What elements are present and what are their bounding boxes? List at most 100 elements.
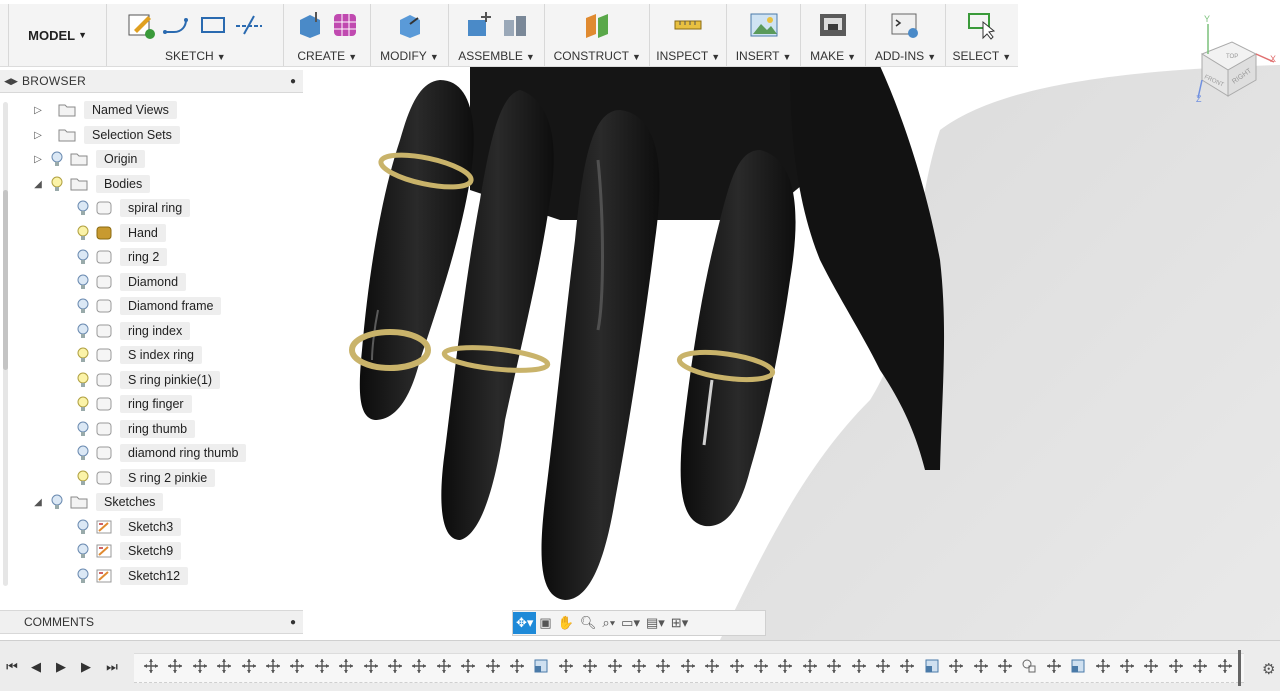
toolbar-grip[interactable] bbox=[0, 4, 9, 66]
timeline-move-icon[interactable] bbox=[851, 658, 867, 674]
tree-item-origin[interactable]: ▷ Origin bbox=[32, 149, 146, 169]
new-component-icon[interactable] bbox=[464, 10, 494, 40]
tree-item-selection-sets[interactable]: ▷ Selection Sets bbox=[32, 125, 180, 145]
visibility-bulb-icon[interactable] bbox=[76, 347, 90, 363]
timeline-move-icon[interactable] bbox=[1192, 658, 1208, 674]
timeline-move-icon[interactable] bbox=[704, 658, 720, 674]
timeline-move-icon[interactable] bbox=[1046, 658, 1062, 674]
timeline-move-icon[interactable] bbox=[777, 658, 793, 674]
visibility-bulb-icon[interactable] bbox=[76, 519, 90, 535]
create-menu[interactable]: CREATE ▼ bbox=[284, 4, 372, 66]
collapse-arrows-icon[interactable]: ◀▶ bbox=[0, 76, 22, 87]
timeline-move-icon[interactable] bbox=[485, 658, 501, 674]
timeline-move-icon[interactable] bbox=[167, 658, 183, 674]
visibility-bulb-icon[interactable] bbox=[76, 543, 90, 559]
tree-item-body[interactable]: Diamond bbox=[70, 272, 187, 292]
play-icon[interactable]: ▶ bbox=[53, 659, 69, 675]
tree-item-sketch[interactable]: Sketch12 bbox=[70, 566, 189, 586]
timeline-move-icon[interactable] bbox=[192, 658, 208, 674]
timeline-move-icon[interactable] bbox=[411, 658, 427, 674]
browser-pin-icon[interactable]: ● bbox=[283, 76, 303, 87]
timeline-move-icon[interactable] bbox=[631, 658, 647, 674]
construct-menu[interactable]: CONSTRUCT ▼ bbox=[545, 4, 651, 66]
timeline-move-icon[interactable] bbox=[1217, 658, 1233, 674]
timeline-move-icon[interactable] bbox=[1095, 658, 1111, 674]
timeline-move-icon[interactable] bbox=[1119, 658, 1135, 674]
tree-item-named-views[interactable]: ▷ Named Views bbox=[32, 100, 177, 120]
timeline-move-icon[interactable] bbox=[997, 658, 1013, 674]
sketch-menu[interactable]: SKETCH ▼ bbox=[107, 4, 285, 66]
pan-hand-icon[interactable]: ✋ bbox=[555, 612, 577, 634]
scripts-icon[interactable] bbox=[890, 10, 920, 40]
browser-header[interactable]: ◀▶ BROWSER ● bbox=[0, 70, 303, 93]
tree-item-body[interactable]: S ring 2 pinkie bbox=[70, 468, 216, 488]
press-pull-icon[interactable] bbox=[394, 10, 424, 40]
visibility-bulb-icon[interactable] bbox=[50, 176, 64, 192]
tree-item-body[interactable]: Diamond frame bbox=[70, 296, 222, 316]
timeline-move-icon[interactable] bbox=[338, 658, 354, 674]
expand-icon[interactable]: ▷ bbox=[32, 154, 44, 165]
collapse-icon[interactable]: ◢ bbox=[32, 179, 44, 190]
timeline-move-icon[interactable] bbox=[753, 658, 769, 674]
visibility-bulb-icon[interactable] bbox=[76, 372, 90, 388]
inspect-menu[interactable]: INSPECT ▼ bbox=[650, 4, 728, 66]
tree-item-body[interactable]: ring 2 bbox=[70, 247, 168, 267]
visibility-bulb-icon[interactable] bbox=[76, 568, 90, 584]
zoom-icon[interactable]: 🔍︎ bbox=[577, 612, 600, 634]
look-at-icon[interactable]: ▣ bbox=[536, 612, 554, 634]
expand-icon[interactable]: ▷ bbox=[32, 130, 44, 141]
viewcube-top-face[interactable]: TOP bbox=[1226, 54, 1238, 60]
comments-panel[interactable]: COMMENTS ● bbox=[0, 610, 303, 634]
visibility-bulb-icon[interactable] bbox=[76, 323, 90, 339]
select-icon[interactable] bbox=[967, 10, 997, 40]
tree-item-body[interactable]: ring thumb bbox=[70, 419, 196, 439]
insert-menu[interactable]: INSERT ▼ bbox=[727, 4, 801, 66]
timeline-move-icon[interactable] bbox=[460, 658, 476, 674]
timeline-move-icon[interactable] bbox=[314, 658, 330, 674]
grid-settings-icon[interactable]: ▤▾ bbox=[643, 612, 668, 634]
view-cube[interactable]: TOP FRONT RIGHT Y X Z bbox=[1186, 14, 1278, 106]
make-menu[interactable]: MAKE ▼ bbox=[801, 4, 867, 66]
timeline-move-icon[interactable] bbox=[826, 658, 842, 674]
browser-scroll-thumb[interactable] bbox=[3, 190, 8, 370]
timeline-settings-icon[interactable]: ⚙ bbox=[1262, 660, 1280, 678]
visibility-bulb-icon[interactable] bbox=[50, 151, 64, 167]
visibility-bulb-icon[interactable] bbox=[76, 445, 90, 461]
display-settings-icon[interactable]: ▭▾ bbox=[618, 612, 643, 634]
timeline-move-icon[interactable] bbox=[973, 658, 989, 674]
tree-item-body[interactable]: ring finger bbox=[70, 394, 192, 414]
offset-plane-icon[interactable] bbox=[582, 10, 612, 40]
tree-item-body[interactable]: ring index bbox=[70, 321, 191, 341]
modify-menu[interactable]: MODIFY ▼ bbox=[371, 4, 449, 66]
rectangle-icon[interactable] bbox=[198, 10, 228, 40]
extrude-icon[interactable] bbox=[294, 10, 324, 40]
line-arc-icon[interactable] bbox=[162, 10, 192, 40]
timeline-joint-icon[interactable] bbox=[1021, 658, 1037, 674]
tree-item-body[interactable]: spiral ring bbox=[70, 198, 191, 218]
timeline-move-icon[interactable] bbox=[436, 658, 452, 674]
timeline-move-icon[interactable] bbox=[948, 658, 964, 674]
timeline-sketch-icon[interactable] bbox=[924, 658, 940, 674]
go-to-end-icon[interactable]: ⏭ bbox=[104, 659, 120, 675]
visibility-bulb-icon[interactable] bbox=[76, 396, 90, 412]
visibility-bulb-icon[interactable] bbox=[76, 200, 90, 216]
timeline-move-icon[interactable] bbox=[265, 658, 281, 674]
orbit-icon[interactable]: ✥▾ bbox=[513, 612, 537, 634]
visibility-bulb-icon[interactable] bbox=[76, 298, 90, 314]
tree-item-body[interactable]: S ring pinkie(1) bbox=[70, 370, 221, 390]
fit-zoom-icon[interactable]: ⌕▾ bbox=[599, 612, 618, 634]
timeline-move-icon[interactable] bbox=[729, 658, 745, 674]
joint-icon[interactable] bbox=[500, 10, 530, 40]
timeline-move-icon[interactable] bbox=[655, 658, 671, 674]
viewports-icon[interactable]: ⊞▾ bbox=[668, 612, 691, 634]
insert-image-icon[interactable] bbox=[749, 10, 779, 40]
timeline-move-icon[interactable] bbox=[875, 658, 891, 674]
timeline-move-icon[interactable] bbox=[802, 658, 818, 674]
timeline-move-icon[interactable] bbox=[143, 658, 159, 674]
create-sketch-icon[interactable] bbox=[126, 10, 156, 40]
timeline-move-icon[interactable] bbox=[558, 658, 574, 674]
tree-item-sketch[interactable]: Sketch9 bbox=[70, 541, 182, 561]
visibility-bulb-icon[interactable] bbox=[76, 470, 90, 486]
timeline-move-icon[interactable] bbox=[509, 658, 525, 674]
timeline-move-icon[interactable] bbox=[289, 658, 305, 674]
